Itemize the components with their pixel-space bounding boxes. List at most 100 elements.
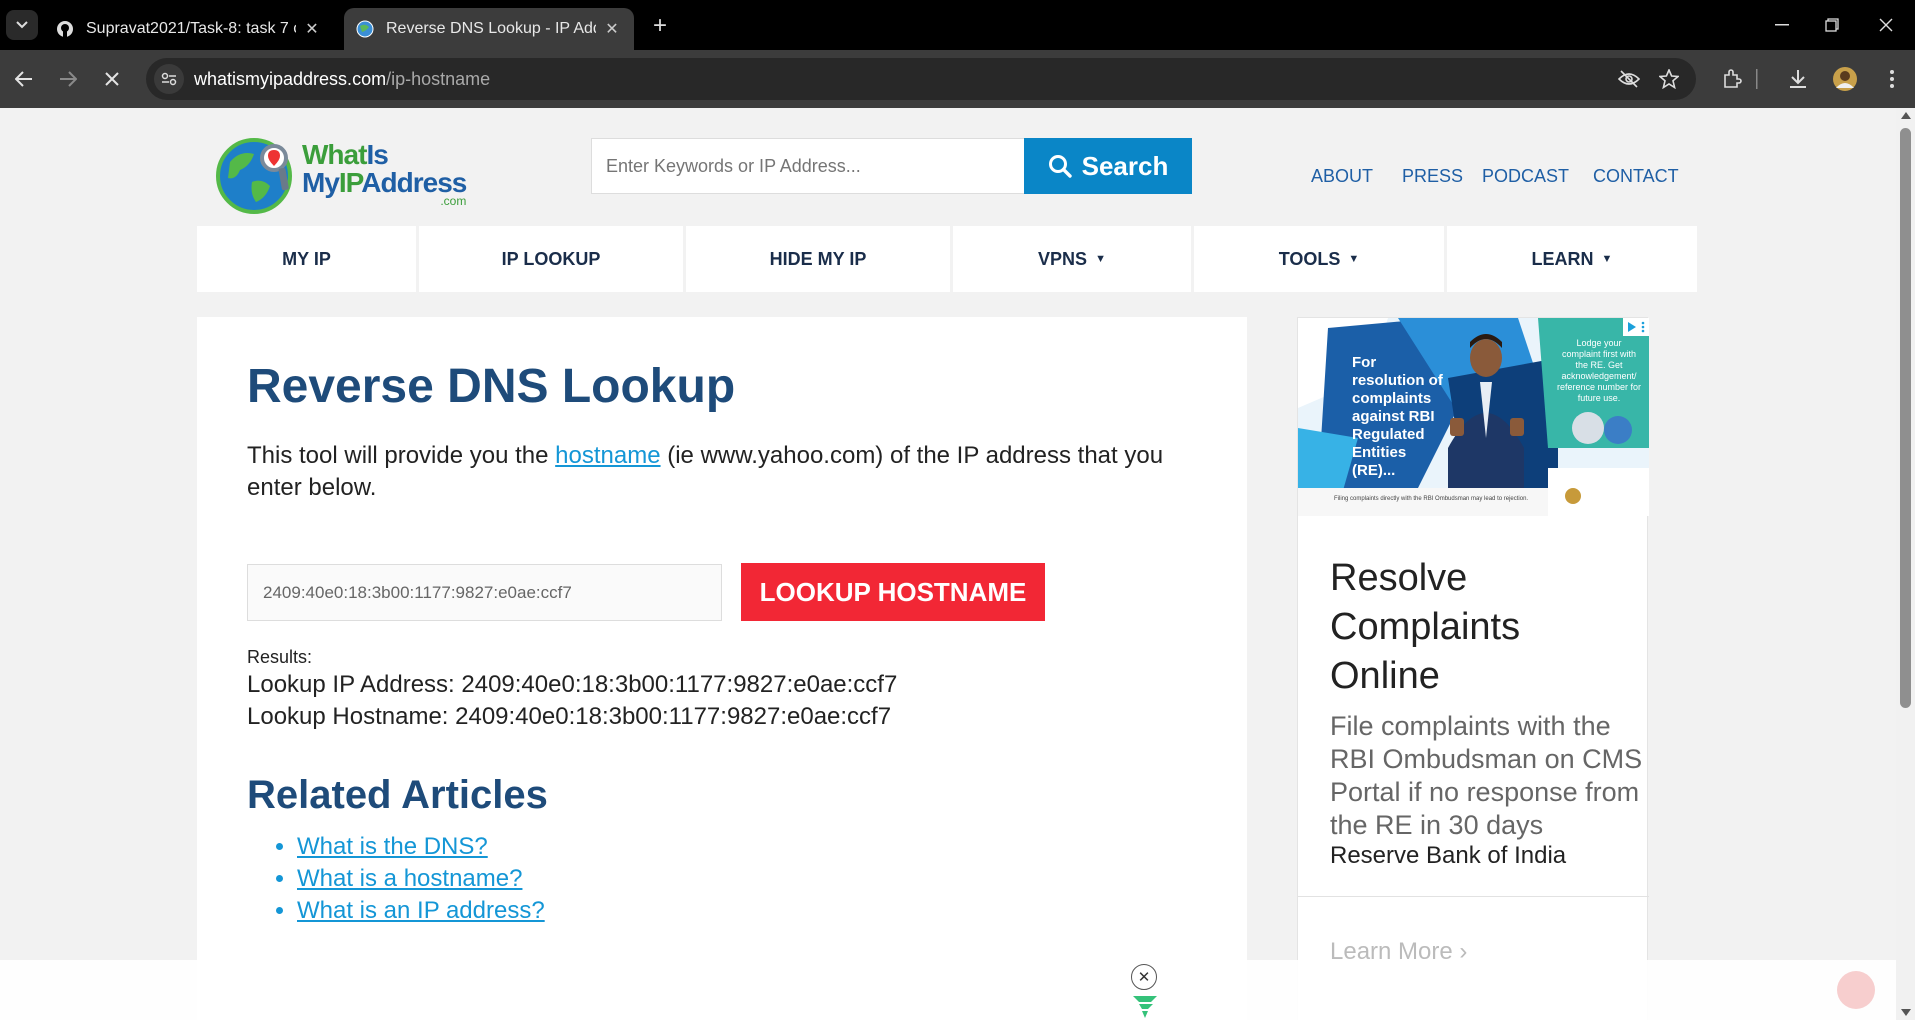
close-icon: ✕ [1137,969,1151,986]
browser-toolbar: whatismyipaddress.com/ip-hostname [0,50,1915,108]
minimize-window-button[interactable] [1762,8,1802,42]
site-logo[interactable]: WhatIs MyIPAddress .com [214,130,474,218]
ad-divider [1298,896,1649,897]
address-bar[interactable]: whatismyipaddress.com/ip-hostname [146,58,1696,100]
top-link-podcast[interactable]: PODCAST [1482,166,1569,187]
nav-item-my-ip[interactable]: MY IP [197,226,416,292]
profile-avatar[interactable] [1830,64,1860,94]
nav-item-hide-my-ip[interactable]: HIDE MY IP [686,226,950,292]
more-menu-icon[interactable] [1877,64,1907,94]
ad-banner-headline: For resolution of complaints against RBI… [1352,354,1443,479]
ad-brand: Reserve Bank of India [1330,842,1567,869]
results-label: Results: [247,647,313,667]
top-link-press[interactable]: PRESS [1402,166,1463,187]
related-link-dns[interactable]: What is the DNS? [297,833,488,860]
caret-down-icon: ▼ [1348,253,1360,265]
back-button[interactable] [8,63,40,95]
ad-banner-footer-text: Filing complaints directly with the RBI … [1334,496,1529,502]
ad-banner-side-text: Lodge your complaint first with the RE. … [1556,338,1642,403]
list-item: What is a hostname? [297,863,545,895]
close-icon [1879,18,1893,32]
download-icon[interactable] [1783,64,1813,94]
restore-icon [1825,18,1839,32]
ip-address-input[interactable] [247,564,722,621]
nav-item-label: LEARN [1531,248,1594,269]
github-icon [56,20,74,38]
page-title: Reverse DNS Lookup [247,360,736,413]
extensions-icon[interactable] [1717,64,1747,94]
close-window-button[interactable] [1866,8,1906,42]
result-hostname: Lookup Hostname: 2409:40e0:18:3b00:1177:… [247,703,892,730]
caret-down-icon: ▼ [1095,253,1106,265]
new-tab-button[interactable]: + [646,12,674,40]
globe-magnifier-icon [214,132,298,216]
page-viewport: WhatIs MyIPAddress .com Search ABOUT PRE… [0,108,1896,1020]
related-articles-list: What is the DNS? What is a hostname? Wha… [297,831,545,927]
ad-description: File complaints with the RBI Ombudsman o… [1330,711,1643,840]
top-link-contact[interactable]: CONTACT [1593,166,1679,187]
scroll-down-arrow-icon[interactable] [1901,1009,1911,1016]
logo-line-1: WhatIs [302,139,389,170]
arrow-left-icon [15,71,32,87]
caret-down-icon: ▼ [1601,253,1613,265]
browser-tab-github[interactable]: Supravat2021/Task-8: task 7 of i ✕ [44,8,334,50]
sidebar-ad[interactable]: For resolution of complaints against RBI… [1297,317,1649,1020]
globe-icon [356,20,374,38]
ad-network-logo-icon [1131,994,1159,1020]
nav-item-label: HIDE MY IP [769,248,867,269]
nav-item-label: IP LOOKUP [501,248,601,269]
lookup-hostname-button[interactable]: LOOKUP HOSTNAME [741,563,1045,621]
chevron-down-icon [16,21,28,29]
related-articles-heading: Related Articles [247,773,548,817]
nav-item-label: VPNS [1038,248,1088,269]
result-ip-address: Lookup IP Address: 2409:40e0:18:3b00:117… [247,671,898,698]
intro-text: This tool will provide you the hostname … [247,440,1167,504]
notification-bell-icon[interactable] [1837,971,1875,1009]
related-link-hostname[interactable]: What is a hostname? [297,865,522,892]
forward-button[interactable] [52,63,84,95]
close-ad-button[interactable]: ✕ [1131,964,1157,990]
scroll-up-arrow-icon[interactable] [1901,112,1911,119]
ad-title[interactable]: Resolve Complaints Online [1330,554,1630,701]
nav-item-ip-lookup[interactable]: IP LOOKUP [419,226,683,292]
top-link-about[interactable]: ABOUT [1311,166,1373,187]
nav-item-vpns[interactable]: VPNS ▼ [953,226,1191,292]
nav-item-label: TOOLS [1278,248,1341,269]
main-nav: MY IP IP LOOKUP HIDE MY IP VPNS ▼ TOOLS ▼ … [197,226,1697,292]
stop-loading-button[interactable] [96,63,128,95]
url-text: whatismyipaddress.com/ip-hostname [194,69,490,90]
page-scrollbar[interactable] [1896,108,1915,1020]
browser-tab-reverse-dns[interactable]: Reverse DNS Lookup - IP Addre ✕ [344,8,634,50]
tab-search-menu-button[interactable] [6,10,38,40]
ad-banner-image[interactable]: For resolution of complaints against RBI… [1298,318,1649,516]
arrow-right-icon [60,71,77,87]
url-path: /ip-hostname [386,68,491,89]
related-link-ip-address[interactable]: What is an IP address? [297,897,545,924]
sticky-bottom-ad: ✕ [0,960,1896,1020]
minimize-icon [1775,24,1789,26]
main-content-card: Reverse DNS Lookup This tool will provid… [197,317,1247,1020]
close-icon[interactable]: ✕ [602,19,622,39]
restore-window-button[interactable] [1812,8,1852,42]
list-item: What is an IP address? [297,895,545,927]
nav-item-learn[interactable]: LEARN ▼ [1447,226,1697,292]
scrollbar-thumb[interactable] [1900,128,1911,708]
site-search-input[interactable] [591,138,1025,194]
hostname-link[interactable]: hostname [555,442,660,469]
eye-slash-icon[interactable] [1614,64,1644,94]
close-icon[interactable]: ✕ [302,19,322,39]
logo-line-2: MyIPAddress [302,167,467,198]
nav-item-label: MY IP [282,248,331,269]
tab-title: Supravat2021/Task-8: task 7 of i [86,20,296,37]
nav-item-tools[interactable]: TOOLS ▼ [1194,226,1444,292]
intro-text-before: This tool will provide you the [247,442,556,469]
search-button-label: Search [1081,150,1169,181]
site-info-icon[interactable] [154,64,184,94]
bookmark-star-icon[interactable] [1654,64,1684,94]
browser-tab-bar: Supravat2021/Task-8: task 7 of i ✕ Rever… [0,0,1915,50]
tab-title: Reverse DNS Lookup - IP Addre [386,20,596,37]
toolbar-divider [1752,64,1762,94]
search-icon [1048,154,1072,178]
close-icon [105,72,119,86]
search-button[interactable]: Search [1024,138,1192,194]
